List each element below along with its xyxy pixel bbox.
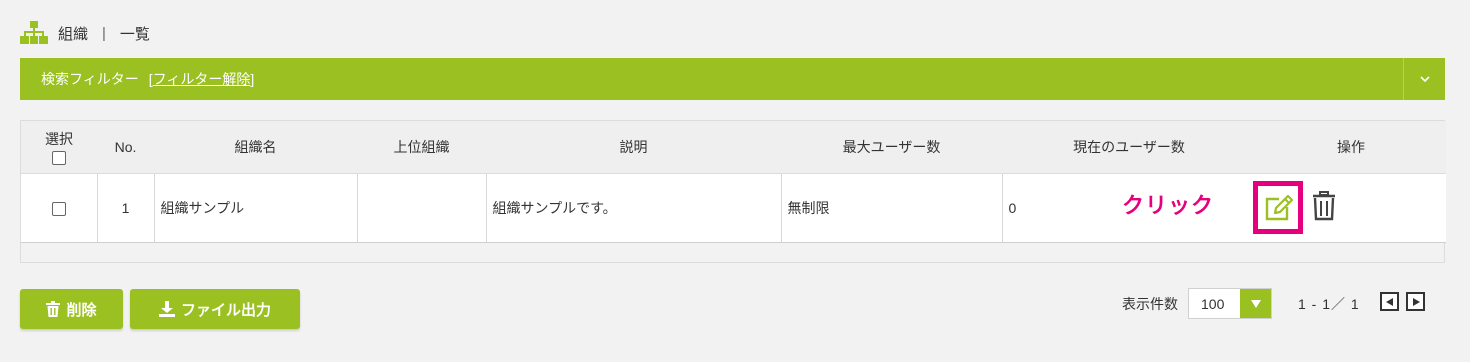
header-max-users: 最大ユーザー数: [781, 121, 1002, 174]
triangle-left-icon: [1385, 297, 1393, 306]
breadcrumb-section: 組織: [58, 25, 89, 43]
header-parent: 上位組織: [357, 121, 486, 174]
org-tree-icon: [20, 20, 48, 46]
header-description: 説明: [486, 121, 781, 174]
dropdown-arrow-icon: [1240, 289, 1271, 318]
breadcrumb: 組織 | 一覧: [20, 20, 150, 46]
header-actions: 操作: [1256, 121, 1446, 174]
page-range: 1 - 1／ 1: [1298, 296, 1360, 312]
edit-button[interactable]: [1253, 181, 1303, 234]
download-icon: [158, 301, 175, 317]
breadcrumb-page: 一覧: [119, 25, 150, 43]
export-button-label: ファイル出力: [180, 301, 271, 319]
per-page-label: 表示件数: [1122, 296, 1178, 312]
trash-icon: [46, 301, 61, 317]
filter-toggle-button[interactable]: [1403, 58, 1445, 100]
select-all-checkbox[interactable]: [52, 150, 66, 165]
row-parent: [356, 173, 486, 243]
organization-table: 選択 No. 組織名 上位組織 説明 最大ユーザー数 現在のユーザー数 操作 1…: [20, 120, 1446, 263]
click-annotation: クリック: [1122, 194, 1215, 219]
header-current-users: 現在のユーザー数: [1002, 121, 1256, 174]
delete-row-button[interactable]: [1310, 190, 1338, 222]
row-checkbox[interactable]: [51, 201, 66, 216]
breadcrumb-separator: |: [102, 24, 106, 42]
filter-title: 検索フィルター: [41, 71, 139, 87]
chevron-down-icon: [1419, 76, 1430, 83]
file-export-button[interactable]: ファイル出力: [130, 289, 300, 329]
table-header-row: 選択 No. 組織名 上位組織 説明 最大ユーザー数 現在のユーザー数 操作: [21, 121, 1446, 174]
delete-button-label: 削除: [66, 301, 97, 319]
header-no: No.: [97, 121, 154, 174]
delete-button[interactable]: 削除: [20, 289, 123, 329]
header-select: 選択: [21, 121, 97, 174]
trash-icon: [1313, 191, 1335, 221]
search-filter-bar[interactable]: 検索フィルター [ フィルター解除 ]: [20, 58, 1445, 100]
edit-icon: [1265, 194, 1294, 220]
per-page-value: 100: [1201, 295, 1225, 312]
per-page-select[interactable]: 100: [1188, 288, 1272, 319]
triangle-right-icon: [1412, 297, 1420, 306]
row-no: 1: [96, 173, 154, 243]
next-page-button[interactable]: [1406, 292, 1425, 311]
row-name: 組織サンプル: [153, 173, 357, 243]
table-row: 1 組織サンプル 組織サンプルです。 無制限 0: [21, 173, 1446, 243]
row-description: 組織サンプルです。: [485, 173, 781, 243]
filter-close-bracket: ]: [250, 71, 255, 87]
row-max-users: 無制限: [780, 173, 1002, 243]
header-select-label: 選択: [45, 130, 73, 147]
row-select-cell: [21, 173, 97, 243]
header-name: 組織名: [154, 121, 357, 174]
clear-filter-link[interactable]: フィルター解除: [153, 69, 251, 89]
prev-page-button[interactable]: [1380, 292, 1399, 311]
